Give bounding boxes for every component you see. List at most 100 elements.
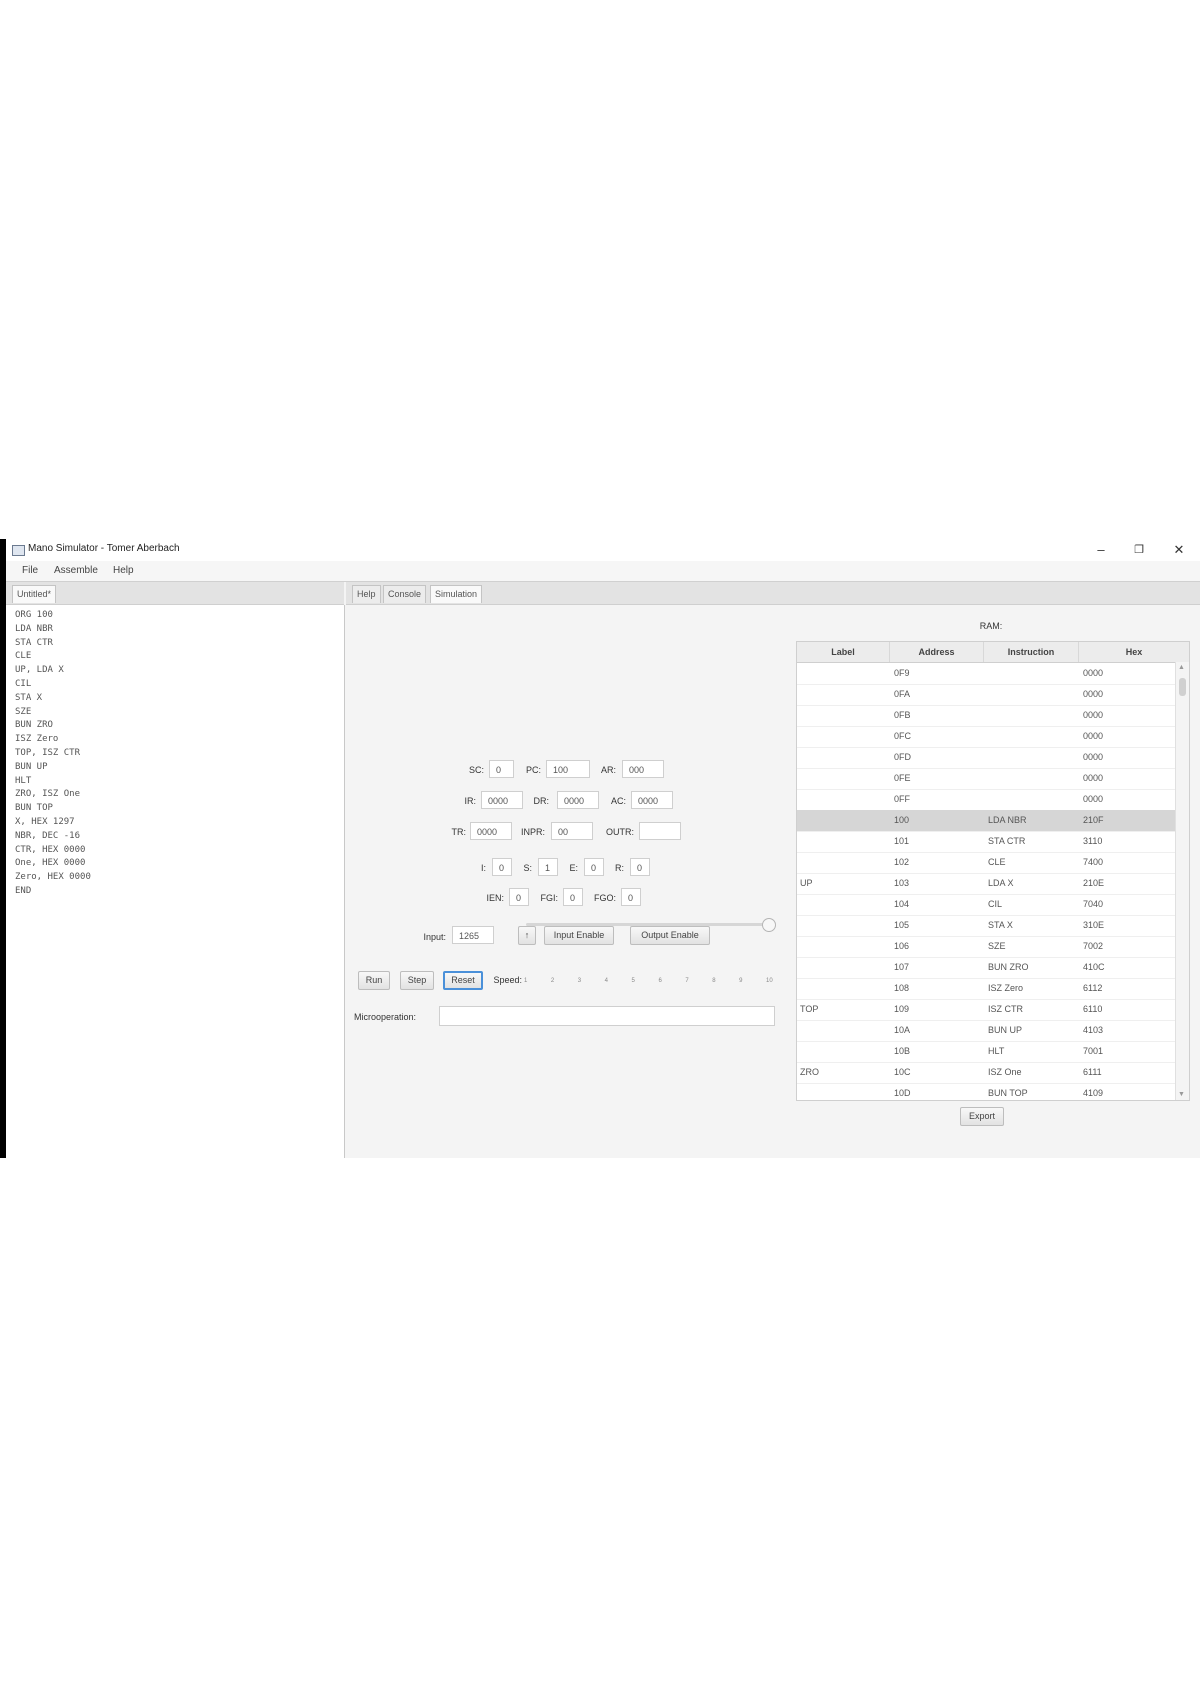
ram-row[interactable]: 0FC 0000 — [797, 726, 1175, 748]
cell-address: 105 — [894, 920, 910, 930]
speed-slider-thumb[interactable] — [762, 918, 776, 932]
cell-address: 0FF — [894, 794, 911, 804]
ram-row[interactable]: 101 STA CTR 3110 — [797, 831, 1175, 853]
sc-label: SC: — [468, 765, 484, 775]
speed-tick: 7 — [685, 978, 689, 984]
cell-hex: 4103 — [1083, 1025, 1104, 1035]
cell-address: 109 — [894, 1004, 910, 1014]
outr-field — [639, 822, 681, 840]
scroll-up-icon[interactable]: ▲ — [1178, 664, 1185, 671]
speed-tick: 8 — [712, 978, 716, 984]
menu-file[interactable]: File — [22, 565, 38, 576]
speed-slider[interactable] — [526, 918, 776, 932]
run-button[interactable]: Run — [358, 971, 390, 990]
column-header-hex[interactable]: Hex — [1079, 642, 1189, 662]
ram-row[interactable]: 108 ISZ Zero 6112 — [797, 978, 1175, 1000]
speed-label: Speed: — [493, 975, 522, 985]
ram-table[interactable]: Label Address Instruction Hex 0F9 0000 0FA… — [796, 641, 1190, 1101]
cell-address: 0FC — [894, 731, 912, 741]
cell-address: 100 — [894, 815, 910, 825]
ram-row[interactable]: 107 BUN ZRO 410C — [797, 957, 1175, 979]
close-icon[interactable]: ✕ — [1164, 541, 1194, 559]
ram-row[interactable]: 10B HLT 7001 — [797, 1041, 1175, 1063]
outr-label: OUTR: — [606, 827, 634, 837]
dr-label: DR: — [533, 796, 550, 806]
output-enable-button[interactable]: Output Enable — [630, 926, 710, 945]
s-label: S: — [523, 863, 532, 873]
ram-row[interactable]: 105 STA X 310E — [797, 915, 1175, 937]
fgo-label: FGO: — [594, 893, 616, 903]
cell-hex: 7001 — [1083, 1046, 1104, 1056]
i-field: 0 — [492, 858, 512, 876]
ram-row[interactable]: 0FE 0000 — [797, 768, 1175, 790]
cell-address: 10B — [894, 1046, 911, 1056]
cell-hex: 0000 — [1083, 710, 1104, 720]
cell-address: 106 — [894, 941, 910, 951]
inpr-label: INPR: — [520, 827, 545, 837]
tab-untitled[interactable]: Untitled* — [12, 585, 57, 603]
ram-row[interactable]: 0FD 0000 — [797, 747, 1175, 769]
cell-address: 103 — [894, 878, 910, 888]
ien-field: 0 — [509, 888, 529, 906]
app-window: Mano Simulator - Tomer Aberbach – ❐ ✕ Fi… — [0, 539, 1200, 1158]
main-tab-bar: Help Console Simulation — [346, 582, 1200, 605]
cell-hex: 310E — [1083, 920, 1105, 930]
ram-scrollbar[interactable]: ▲ ▼ — [1175, 662, 1189, 1100]
menu-assemble[interactable]: Assemble — [54, 565, 98, 576]
ram-row[interactable]: 106 SZE 7002 — [797, 936, 1175, 958]
assembly-code[interactable]: ORG 100 LDA NBR STA CTR CLE UP, LDA X CI… — [15, 609, 91, 899]
ram-row[interactable]: 100 LDA NBR 210F — [797, 810, 1175, 832]
input-enable-button[interactable]: Input Enable — [544, 926, 614, 945]
cell-address: 0FA — [894, 689, 911, 699]
code-editor[interactable]: ORG 100 LDA NBR STA CTR CLE UP, LDA X CI… — [6, 605, 345, 1158]
ram-row[interactable]: 10D BUN TOP 4109 — [797, 1083, 1175, 1100]
cell-instruction: BUN ZRO — [988, 962, 1029, 972]
ar-field: 000 — [622, 760, 664, 778]
cell-instruction: HLT — [988, 1046, 1005, 1056]
input-field[interactable]: 1265 — [452, 926, 494, 944]
tab-console[interactable]: Console — [383, 585, 427, 603]
cell-hex: 0000 — [1083, 794, 1104, 804]
pc-field: 100 — [546, 760, 590, 778]
cell-address: 108 — [894, 983, 910, 993]
column-header-instruction[interactable]: Instruction — [984, 642, 1079, 662]
scroll-down-icon[interactable]: ▼ — [1178, 1091, 1185, 1098]
ram-row[interactable]: TOP 109 ISZ CTR 6110 — [797, 999, 1175, 1021]
restore-icon[interactable]: ❐ — [1124, 541, 1154, 559]
column-header-label[interactable]: Label — [797, 642, 890, 662]
r-label: R: — [615, 863, 624, 873]
cell-hex: 7040 — [1083, 899, 1104, 909]
ram-row[interactable]: ZRO 10C ISZ One 6111 — [797, 1062, 1175, 1084]
export-button[interactable]: Export — [960, 1107, 1004, 1126]
column-header-address[interactable]: Address — [890, 642, 984, 662]
minimize-icon[interactable]: – — [1086, 541, 1116, 559]
tab-help[interactable]: Help — [352, 585, 381, 603]
reset-button[interactable]: Reset — [443, 971, 483, 990]
cell-label: ZRO — [800, 1067, 819, 1077]
ram-row[interactable]: 102 CLE 7400 — [797, 852, 1175, 874]
speed-tick: 3 — [577, 978, 582, 984]
cell-instruction: ISZ One — [988, 1067, 1022, 1077]
ram-row[interactable]: 0F9 0000 — [797, 663, 1175, 685]
ram-scrollbar-thumb[interactable] — [1179, 678, 1186, 696]
submit-input-button[interactable]: ↑ — [518, 926, 536, 945]
ram-row[interactable]: 0FF 0000 — [797, 789, 1175, 811]
cell-address: 102 — [894, 857, 910, 867]
ram-row[interactable]: 0FA 0000 — [797, 684, 1175, 706]
ram-row[interactable]: 0FB 0000 — [797, 705, 1175, 727]
ram-row[interactable]: 10A BUN UP 4103 — [797, 1020, 1175, 1042]
cell-address: 10C — [894, 1067, 911, 1077]
cell-hex: 0000 — [1083, 773, 1104, 783]
editor-tab-bar: Untitled* — [6, 582, 344, 605]
cell-address: 10D — [894, 1088, 911, 1098]
cell-hex: 6110 — [1083, 1004, 1103, 1014]
menu-help[interactable]: Help — [113, 565, 134, 576]
cell-address: 10A — [894, 1025, 911, 1035]
tab-simulation[interactable]: Simulation — [430, 585, 483, 603]
title-bar: Mano Simulator - Tomer Aberbach – ❐ ✕ — [6, 539, 1200, 561]
ram-row[interactable]: UP 103 LDA X 210E — [797, 873, 1175, 895]
inpr-field: 00 — [551, 822, 593, 840]
ram-row[interactable]: 104 CIL 7040 — [797, 894, 1175, 916]
cell-instruction: SZE — [988, 941, 1006, 951]
step-button[interactable]: Step — [400, 971, 434, 990]
